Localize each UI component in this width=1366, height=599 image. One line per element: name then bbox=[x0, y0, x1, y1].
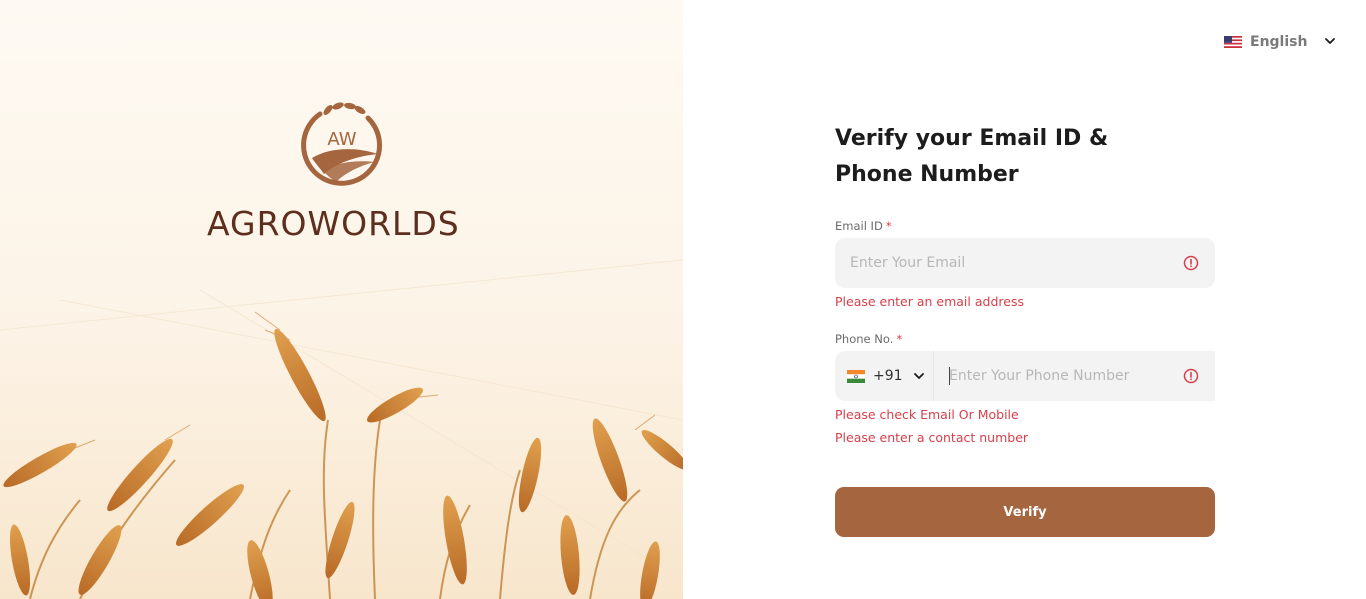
required-marker: * bbox=[885, 219, 892, 233]
email-label-text: Email ID bbox=[835, 219, 883, 233]
email-label: Email ID * bbox=[835, 219, 892, 233]
phone-error-message: Please check Email Or Mobile bbox=[835, 407, 1019, 422]
phone-label-text: Phone No. bbox=[835, 332, 894, 346]
phone-error-message: Please enter a contact number bbox=[835, 430, 1029, 445]
wheat-field-image bbox=[0, 0, 683, 599]
language-label: English bbox=[1250, 34, 1308, 50]
us-flag-icon bbox=[1224, 36, 1242, 48]
brand-panel: AW AGROWORLDS bbox=[0, 0, 683, 599]
page-title: Verify your Email ID & Phone Number bbox=[835, 126, 1109, 187]
phone-label: Phone No. * bbox=[835, 332, 902, 346]
required-marker: * bbox=[896, 332, 903, 346]
agroworlds-logo-icon: AW bbox=[301, 102, 383, 186]
chevron-down-icon bbox=[914, 373, 924, 379]
chevron-down-icon bbox=[1325, 38, 1335, 44]
logo-monogram: AW bbox=[327, 129, 356, 150]
email-input[interactable] bbox=[835, 238, 1175, 288]
phone-field-container: +91 bbox=[835, 351, 1215, 401]
country-code: +91 bbox=[873, 368, 903, 384]
error-icon bbox=[1183, 368, 1199, 384]
brand-wordmark: AGROWORLDS bbox=[207, 204, 460, 243]
email-error-message: Please enter an email address bbox=[835, 294, 1024, 309]
india-flag-icon bbox=[847, 369, 865, 383]
email-field-container bbox=[835, 238, 1215, 288]
error-icon bbox=[1183, 255, 1199, 271]
language-selector[interactable]: English bbox=[1224, 30, 1336, 54]
verify-button[interactable]: Verify bbox=[835, 487, 1215, 537]
phone-input[interactable] bbox=[935, 351, 1175, 401]
country-code-selector[interactable]: +91 bbox=[835, 351, 934, 401]
text-cursor bbox=[949, 367, 950, 385]
